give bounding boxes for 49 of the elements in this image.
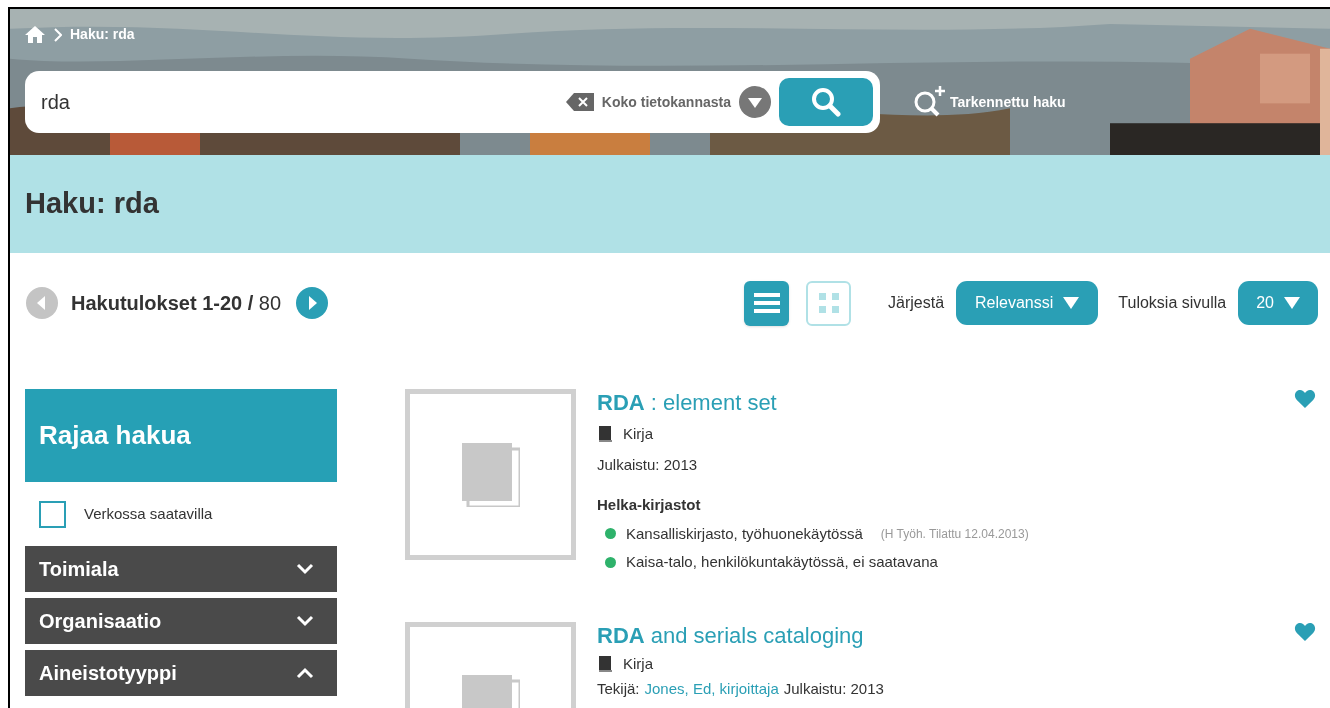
dropdown-icon[interactable] (739, 86, 771, 118)
heart-icon[interactable] (1294, 389, 1316, 409)
search-icon (811, 87, 841, 117)
breadcrumb-link[interactable]: Haku: rda (70, 24, 135, 45)
holding-location: Kansalliskirjasto, työhuonekäytössä (626, 523, 863, 544)
chevron-right-icon (54, 27, 62, 42)
book-icon (597, 425, 613, 444)
holding-location: Kaisa-talo, henkilökuntakäytössä, ei saatavana (626, 552, 938, 572)
book-icon (597, 654, 613, 673)
book-placeholder-icon (461, 442, 520, 507)
sort-dropdown[interactable]: Relevanssi (956, 281, 1099, 325)
grid-icon (816, 291, 841, 315)
chevron-up-icon (295, 667, 315, 679)
heart-icon[interactable] (1294, 621, 1316, 642)
format-label: Kirja (623, 424, 653, 444)
scope-label: Koko tietokannasta (601, 92, 731, 112)
clear-icon[interactable] (565, 93, 594, 111)
list-icon (753, 291, 780, 315)
home-icon[interactable] (24, 25, 46, 44)
facet-header[interactable]: Organisaatio (25, 598, 337, 644)
search-field[interactable]: rda Koko tietokannasta (25, 71, 880, 133)
caret-icon (1063, 297, 1080, 309)
holding-note: (H Työh. Tilattu 12.04.2013) (880, 525, 1029, 543)
holdings-group: Helka-kirjastot (597, 494, 1316, 517)
per-page-label: Tuloksia sivulla (1118, 293, 1227, 313)
zoom-in-icon (912, 85, 946, 119)
author-link[interactable]: Jones, Ed, kirjoittaja (644, 678, 779, 701)
page-title: Haku: rda (25, 186, 159, 222)
meta-text: Tekijä: (597, 679, 640, 699)
filter-title: Rajaa hakua (39, 419, 191, 452)
format-label: Kirja (623, 653, 653, 674)
results-count: Hakutulokset 1-20 / 80 (71, 291, 282, 316)
search-button[interactable] (779, 78, 873, 126)
caret-icon (1284, 297, 1300, 309)
meta-text: Julkaistu: 2013 (783, 679, 884, 699)
advanced-search-link[interactable]: Tarkennettu haku (912, 85, 1066, 119)
chevron-down-icon (295, 563, 315, 575)
next-page-icon[interactable] (295, 286, 330, 320)
list-view-button[interactable] (744, 280, 789, 326)
result-title[interactable]: RDA : element set (597, 389, 777, 417)
checkbox-label: Verkossa saatavilla (84, 503, 213, 524)
facet-header[interactable]: Toimiala (25, 546, 337, 592)
checkbox[interactable] (39, 500, 66, 528)
meta-text: Julkaistu: 2013 (597, 454, 698, 475)
per-page-dropdown[interactable]: 20 (1238, 281, 1318, 325)
facet-header[interactable]: Aineistotyyppi (25, 650, 337, 696)
chevron-down-icon (295, 615, 315, 627)
result-title[interactable]: RDA and serials cataloging (597, 621, 864, 650)
sort-label: Järjestä (888, 293, 945, 313)
